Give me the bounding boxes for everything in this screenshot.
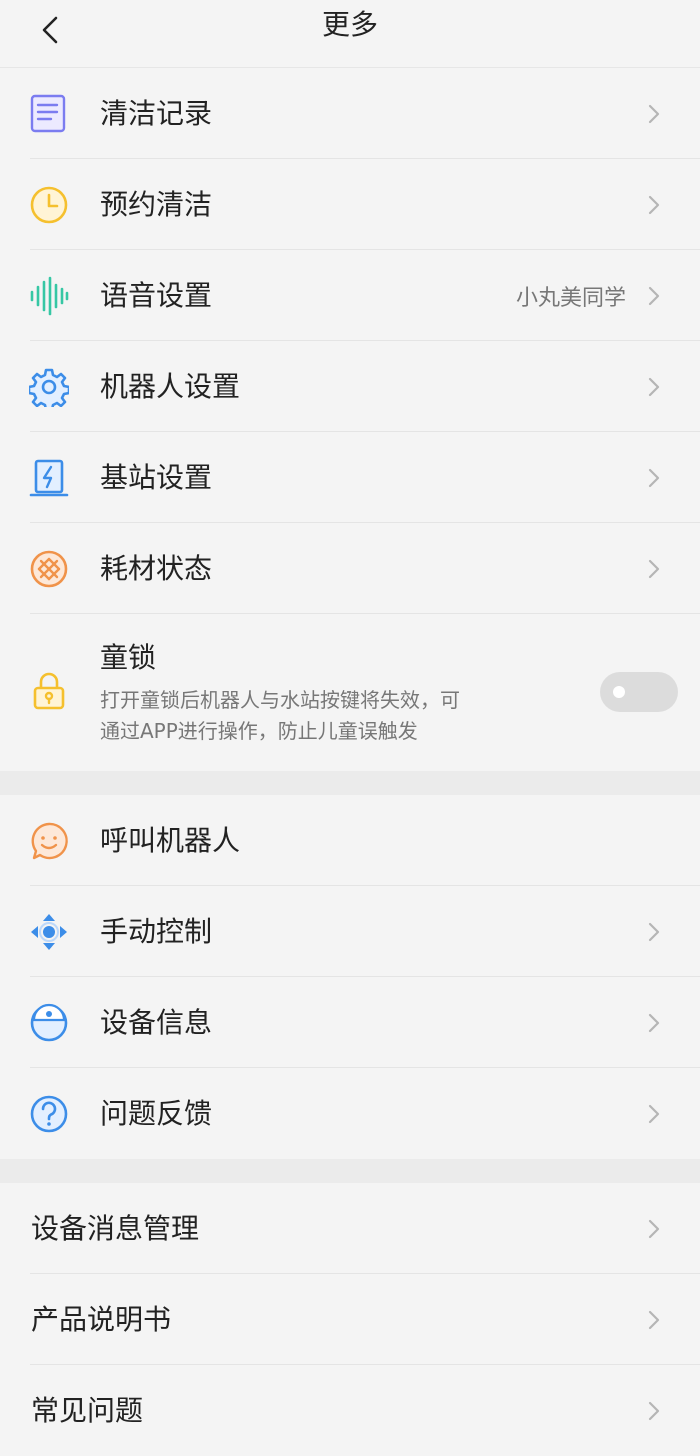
chevron-right-icon <box>648 559 662 579</box>
menu-item-label: 预约清洁 <box>100 187 213 221</box>
chevron-right-icon <box>648 1219 662 1239</box>
menu-item-feedback[interactable]: 问题反馈 <box>0 1068 700 1159</box>
menu-item-manual-control[interactable]: 手动控制 <box>0 886 700 977</box>
menu-item-label: 清洁记录 <box>100 96 213 130</box>
child-lock-description: 打开童锁后机器人与水站按键将失效，可 通过APP进行操作，防止儿童误触发 <box>100 685 540 747</box>
menu-item-label: 常见问题 <box>31 1393 144 1427</box>
consumable-icon <box>29 549 69 589</box>
menu-item-base-station-settings[interactable]: 基站设置 <box>0 432 700 523</box>
page-title: 更多 <box>321 8 378 41</box>
menu-item-cleaning-records[interactable]: 清洁记录 <box>0 68 700 159</box>
settings-section-2: 呼叫机器人 手动控制 设备信息 问题反馈 <box>0 795 700 1159</box>
section-divider <box>0 771 700 795</box>
voice-wake-word-value: 小丸美同学 <box>515 285 626 311</box>
menu-item-product-manual[interactable]: 产品说明书 <box>0 1274 700 1365</box>
chevron-right-icon <box>648 1013 662 1033</box>
menu-item-robot-settings[interactable]: 机器人设置 <box>0 341 700 432</box>
menu-item-label: 设备消息管理 <box>31 1211 200 1245</box>
menu-item-consumable-status[interactable]: 耗材状态 <box>0 523 700 614</box>
menu-item-label: 呼叫机器人 <box>100 823 241 857</box>
chevron-right-icon <box>648 1401 662 1421</box>
chevron-right-icon <box>648 104 662 124</box>
child-lock-title: 童锁 <box>100 641 157 674</box>
menu-item-label: 耗材状态 <box>100 551 213 585</box>
child-lock-text: 童锁 打开童锁后机器人与水站按键将失效，可 通过APP进行操作，防止儿童误触发 <box>100 614 540 747</box>
header-bar: 更多 <box>0 0 700 68</box>
chevron-right-icon <box>648 922 662 942</box>
question-icon <box>29 1094 69 1134</box>
menu-item-call-robot[interactable]: 呼叫机器人 <box>0 795 700 886</box>
menu-item-device-info[interactable]: 设备信息 <box>0 977 700 1068</box>
chevron-right-icon <box>648 1310 662 1330</box>
chevron-right-icon <box>648 195 662 215</box>
chevron-right-icon <box>648 377 662 397</box>
settings-section-3: 设备消息管理 产品说明书 常见问题 <box>0 1183 700 1456</box>
base-station-icon <box>29 458 69 498</box>
settings-section-1: 清洁记录 预约清洁 语音设置 小丸美同学 机器人设置 基站设置 耗材状态 童锁 … <box>0 68 700 771</box>
child-lock-row: 童锁 打开童锁后机器人与水站按键将失效，可 通过APP进行操作，防止儿童误触发 <box>0 614 700 771</box>
menu-item-faq[interactable]: 常见问题 <box>0 1365 700 1456</box>
child-lock-description-line-2: 通过APP进行操作，防止儿童误触发 <box>100 719 418 743</box>
direction-pad-icon <box>29 912 69 952</box>
chevron-right-icon <box>648 286 662 306</box>
menu-item-device-message-management[interactable]: 设备消息管理 <box>0 1183 700 1274</box>
menu-item-scheduled-cleaning[interactable]: 预约清洁 <box>0 159 700 250</box>
menu-item-label: 语音设置 <box>100 278 213 312</box>
chevron-right-icon <box>648 468 662 488</box>
menu-item-label: 手动控制 <box>100 914 213 948</box>
menu-item-label: 基站设置 <box>100 460 213 494</box>
section-divider <box>0 1159 700 1183</box>
gear-icon <box>29 367 69 407</box>
voice-wave-icon <box>29 276 69 316</box>
clock-icon <box>29 185 69 225</box>
lock-icon <box>29 671 69 711</box>
menu-item-label: 问题反馈 <box>100 1096 213 1130</box>
toggle-knob <box>613 686 625 698</box>
menu-item-voice-settings[interactable]: 语音设置 小丸美同学 <box>0 250 700 341</box>
child-lock-description-line-1: 打开童锁后机器人与水站按键将失效，可 <box>100 688 460 712</box>
menu-item-label: 机器人设置 <box>100 369 241 403</box>
menu-item-label: 产品说明书 <box>31 1302 172 1336</box>
menu-item-label: 设备信息 <box>100 1005 213 1039</box>
robot-device-icon <box>29 1003 69 1043</box>
document-list-icon <box>29 94 69 134</box>
smile-chat-icon <box>29 821 69 861</box>
child-lock-toggle[interactable] <box>600 672 678 712</box>
chevron-right-icon <box>648 1104 662 1124</box>
